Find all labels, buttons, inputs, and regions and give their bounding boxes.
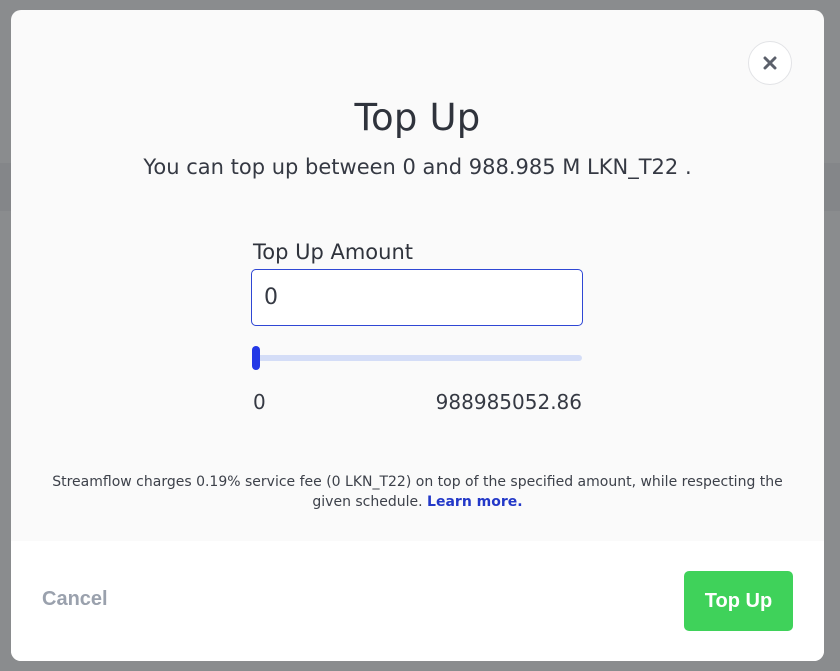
slider-max-label: 988985052.86 bbox=[435, 390, 582, 414]
fee-note: Streamflow charges 0.19% service fee (0 … bbox=[51, 472, 784, 512]
amount-slider-track[interactable] bbox=[256, 355, 582, 361]
fee-note-text: Streamflow charges 0.19% service fee (0 … bbox=[52, 474, 783, 510]
cancel-button[interactable]: Cancel bbox=[42, 588, 108, 611]
top-up-button[interactable]: Top Up bbox=[684, 571, 793, 631]
top-up-modal: Top Up You can top up between 0 and 988.… bbox=[11, 10, 824, 661]
close-button[interactable] bbox=[748, 41, 792, 85]
modal-title: Top Up bbox=[354, 96, 481, 139]
amount-input[interactable] bbox=[251, 269, 583, 326]
amount-label: Top Up Amount bbox=[253, 240, 414, 264]
modal-subtitle: You can top up between 0 and 988.985 M L… bbox=[143, 155, 692, 179]
close-icon bbox=[763, 56, 777, 70]
learn-more-link[interactable]: Learn more. bbox=[427, 494, 523, 510]
slider-min-label: 0 bbox=[253, 390, 266, 414]
amount-slider-thumb[interactable] bbox=[252, 346, 260, 370]
